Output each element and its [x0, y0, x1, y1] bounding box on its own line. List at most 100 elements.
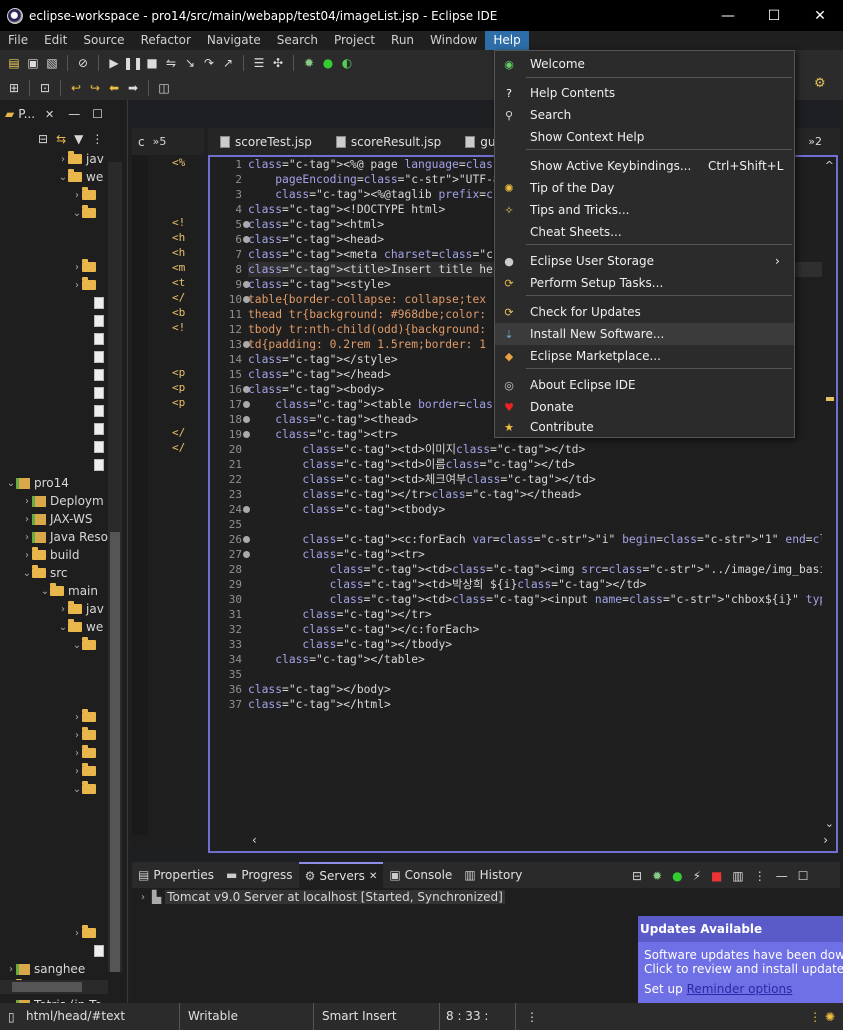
debug-icon[interactable]: ✹	[301, 55, 317, 71]
editor-hscrollbar[interactable]: ‹ ›	[248, 831, 836, 851]
menu-project[interactable]: Project	[326, 31, 383, 50]
maximize-view-icon[interactable]: ☐	[92, 107, 103, 121]
publish-icon[interactable]: ▥	[732, 869, 743, 883]
expand-icon[interactable]: ⌄	[40, 586, 50, 597]
collapse-all-icon[interactable]: ⊟	[38, 132, 48, 146]
open-type-icon[interactable]: ⊞	[6, 80, 22, 96]
terminate-icon[interactable]: ■	[144, 55, 160, 71]
close-icon[interactable]: ✕	[369, 871, 377, 882]
expand-icon[interactable]: ›	[22, 532, 32, 543]
menu-file[interactable]: File	[0, 31, 36, 50]
code-line[interactable]: class="c-tag"><tbody>	[248, 502, 822, 517]
help-menu-item-perform-setup-tasks[interactable]: ⟳ Perform Setup Tasks...	[495, 272, 794, 294]
outline-tab[interactable]: c	[132, 135, 145, 149]
code-line[interactable]: class="c-tag"><tr>	[248, 547, 822, 562]
expand-icon[interactable]: ›	[72, 766, 82, 777]
editor-tabs-overflow[interactable]: »2	[808, 135, 822, 148]
menu-help[interactable]: Help	[485, 31, 529, 50]
updates-notification[interactable]: Updates Available Software updates have …	[638, 916, 843, 1010]
code-line[interactable]: class="c-tag"><td>class="c-tag"><img src…	[248, 562, 822, 577]
perspective-icon[interactable]: ⚙	[814, 76, 842, 98]
menu-window[interactable]: Window	[422, 31, 485, 50]
scroll-down-icon[interactable]: ⌄	[825, 817, 834, 830]
code-line[interactable]: class="c-tag"><td>박상희 ${i}class="c-tag">…	[248, 577, 822, 592]
expand-icon[interactable]: ⌄	[58, 172, 68, 183]
expand-icon[interactable]: ›	[72, 262, 82, 273]
link-editor-icon[interactable]: ⇆	[56, 132, 66, 146]
maximize-view-icon[interactable]: ☐	[798, 869, 809, 883]
expand-icon[interactable]: ›	[22, 496, 32, 507]
save-all-icon[interactable]: ▧	[44, 55, 60, 71]
help-menu-item-eclipse-marketplace[interactable]: ◆ Eclipse Marketplace...	[495, 345, 794, 367]
expand-icon[interactable]: ›	[72, 928, 82, 939]
menu-search[interactable]: Search	[269, 31, 326, 50]
menu-navigate[interactable]: Navigate	[199, 31, 269, 50]
tip-lightbulb-icon[interactable]: ⋮ ✺	[809, 1010, 835, 1024]
help-menu-item-show-context-help[interactable]: Show Context Help	[495, 126, 794, 148]
help-menu-item-install-new-software[interactable]: ⇣ Install New Software...	[495, 323, 794, 345]
view-menu-icon[interactable]: ⋮	[91, 132, 103, 146]
project-explorer-tab[interactable]: ▰ P... ✕ — ☐	[0, 100, 127, 128]
minimize-view-icon[interactable]: —	[68, 107, 80, 121]
help-menu-item-donate[interactable]: ♥ Donate	[495, 396, 794, 418]
code-line[interactable]: class="c-tag"></tr>	[248, 607, 822, 622]
profile-server-icon[interactable]: ⚡	[693, 869, 701, 883]
warning-marker[interactable]	[826, 397, 834, 401]
expand-icon[interactable]: ›	[22, 514, 32, 525]
code-line[interactable]: class="c-tag"></html>	[248, 697, 822, 712]
coverage-icon[interactable]: ◐	[339, 55, 355, 71]
expand-icon[interactable]: ›	[58, 604, 68, 615]
expand-icon[interactable]: ⌄	[72, 208, 82, 219]
editor-tab[interactable]: scoreResult.jsp	[324, 128, 453, 155]
explorer-hscrollbar[interactable]	[0, 980, 108, 994]
view-menu-icon[interactable]: ⋮	[754, 869, 766, 883]
stop-server-icon[interactable]: ■	[711, 869, 722, 883]
expand-icon[interactable]: ⌄	[6, 478, 16, 489]
help-menu-item-cheat-sheets[interactable]: Cheat Sheets...	[495, 221, 794, 243]
tab-properties[interactable]: ▤ Properties	[132, 862, 220, 888]
status-menu-icon[interactable]: ⋮	[516, 1010, 538, 1024]
filter-icon[interactable]: ▼	[74, 132, 83, 146]
code-line[interactable]	[248, 517, 822, 532]
next-annotation-icon[interactable]: ↪	[87, 80, 103, 96]
code-line[interactable]: class="c-tag"></tbody>	[248, 637, 822, 652]
new-icon[interactable]: ▤	[6, 55, 22, 71]
step-return-icon[interactable]: ↗	[220, 55, 236, 71]
help-menu-item-help-contents[interactable]: ? Help Contents	[495, 82, 794, 104]
expand-icon[interactable]: ›	[22, 550, 32, 561]
tab-servers[interactable]: ⚙ Servers ✕	[298, 862, 384, 888]
expand-icon[interactable]: ›	[72, 730, 82, 741]
server-row[interactable]: › ▙ Tomcat v9.0 Server at localhost [Sta…	[138, 890, 505, 904]
expand-icon[interactable]: ›	[72, 280, 82, 291]
help-menu-item-contribute[interactable]: ★ Contribute	[495, 416, 794, 438]
help-menu-item-welcome[interactable]: ◉ Welcome	[495, 53, 794, 75]
code-line[interactable]: class="c-tag"></c:forEach>	[248, 622, 822, 637]
help-menu-item-search[interactable]: ⚲ Search	[495, 104, 794, 126]
suspend-icon[interactable]: ❚❚	[123, 55, 143, 71]
forward-icon[interactable]: ➡	[125, 80, 141, 96]
search-toolbar-icon[interactable]: ⊡	[37, 80, 53, 96]
scroll-left-icon[interactable]: ‹	[252, 833, 257, 847]
outline-overflow[interactable]: »5	[153, 135, 167, 148]
code-line[interactable]: class="c-tag"><td>이미지class="c-tag"></td>	[248, 442, 822, 457]
close-icon[interactable]: ✕	[45, 108, 54, 121]
expand-icon[interactable]: ›	[72, 748, 82, 759]
expand-icon[interactable]: ›	[138, 892, 148, 903]
expand-icon[interactable]: ›	[6, 964, 16, 975]
step-over-icon[interactable]: ↷	[201, 55, 217, 71]
expand-icon[interactable]: ›	[58, 154, 68, 165]
expand-icon[interactable]: ⌄	[72, 784, 82, 795]
help-menu-item-show-active-keybindings[interactable]: Show Active Keybindings... Ctrl+Shift+L	[495, 155, 794, 177]
tab-console[interactable]: ▣ Console	[383, 862, 458, 888]
minimize-view-icon[interactable]: —	[776, 869, 788, 883]
code-line[interactable]	[248, 667, 822, 682]
menu-refactor[interactable]: Refactor	[133, 31, 199, 50]
start-server-icon[interactable]: ●	[672, 869, 682, 883]
code-line[interactable]: class="c-tag"></body>	[248, 682, 822, 697]
debug-server-icon[interactable]: ✹	[652, 869, 662, 883]
help-menu-item-check-for-updates[interactable]: ⟳ Check for Updates	[495, 301, 794, 323]
run-icon[interactable]: ●	[320, 55, 336, 71]
code-line[interactable]: class="c-tag"></table>	[248, 652, 822, 667]
help-menu-item-eclipse-user-storage[interactable]: ● Eclipse User Storage ›	[495, 250, 794, 272]
resume-icon[interactable]: ▶	[106, 55, 122, 71]
